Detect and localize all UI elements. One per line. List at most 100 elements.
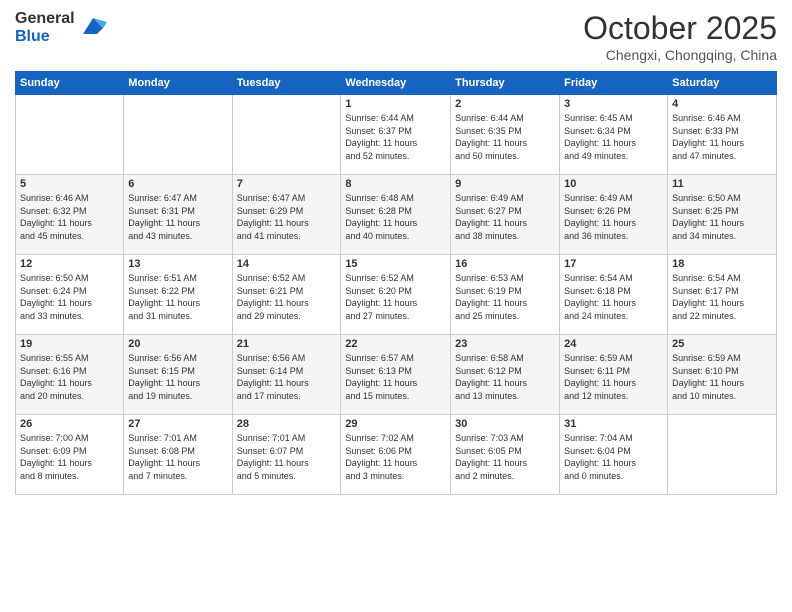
logo-icon: [79, 14, 107, 42]
calendar-cell: 3Sunrise: 6:45 AM Sunset: 6:34 PM Daylig…: [560, 95, 668, 175]
calendar-cell: 15 Sunrise: 6:52 AM Sunset: 6:20 PM Dayli…: [341, 255, 451, 335]
day-info: Sunrise: 7:01 AM Sunset: 6:08 PM Dayligh…: [128, 432, 227, 482]
calendar-cell: 1 Sunrise: 6:44 AM Sunset: 6:37 PM Daylig…: [341, 95, 451, 175]
calendar-cell: 24 Sunrise: 6:59 AM Sunset: 6:11 PM Dayli…: [560, 335, 668, 415]
day-number: 20: [128, 338, 227, 350]
day-number: 19: [20, 338, 119, 350]
day-info: Sunrise: 6:47 AM Sunset: 6:29 PM Dayligh…: [237, 192, 337, 242]
calendar-cell: [16, 95, 124, 175]
day-info: Sunrise: 6:59 AM Sunset: 6:11 PM Dayligh…: [564, 352, 663, 402]
location-subtitle: Chengxi, Chongqing, China: [583, 47, 777, 63]
calendar-cell: 14 Sunrise: 6:52 AM Sunset: 6:21 PM Dayli…: [232, 255, 341, 335]
logo: General Blue: [15, 10, 107, 45]
calendar-cell: 28 Sunrise: 7:01 AM Sunset: 6:07 PM Dayli…: [232, 415, 341, 495]
day-info: Sunrise: 6:46 AM Sunset: 6:32 PM Dayligh…: [20, 192, 119, 242]
weekday-header-tuesday: Tuesday: [232, 72, 341, 95]
weekday-header-wednesday: Wednesday: [341, 72, 451, 95]
day-number: 6: [128, 178, 227, 190]
calendar-cell: 23 Sunrise: 6:58 AM Sunset: 6:12 PM Dayli…: [451, 335, 560, 415]
day-info: Sunrise: 6:52 AM Sunset: 6:20 PM Dayligh…: [345, 272, 446, 322]
calendar-cell: 2Sunrise: 6:44 AM Sunset: 6:35 PM Daylig…: [451, 95, 560, 175]
day-number: 17: [564, 258, 663, 270]
day-number: 24: [564, 338, 663, 350]
page: General Blue October 2025 Chengxi, Chong…: [0, 0, 792, 612]
calendar-cell: 21Sunrise: 6:56 AM Sunset: 6:14 PM Dayli…: [232, 335, 341, 415]
day-number: 23: [455, 338, 555, 350]
day-info: Sunrise: 6:51 AM Sunset: 6:22 PM Dayligh…: [128, 272, 227, 322]
day-info: Sunrise: 6:49 AM Sunset: 6:27 PM Dayligh…: [455, 192, 555, 242]
day-number: 10: [564, 178, 663, 190]
calendar-cell: [232, 95, 341, 175]
day-info: Sunrise: 6:54 AM Sunset: 6:18 PM Dayligh…: [564, 272, 663, 322]
day-number: 29: [345, 418, 446, 430]
weekday-header-sunday: Sunday: [16, 72, 124, 95]
day-number: 7: [237, 178, 337, 190]
day-info: Sunrise: 7:02 AM Sunset: 6:06 PM Dayligh…: [345, 432, 446, 482]
calendar-cell: 18 Sunrise: 6:54 AM Sunset: 6:17 PM Dayli…: [668, 255, 777, 335]
logo-general: General: [15, 10, 75, 28]
day-number: 11: [672, 178, 772, 190]
calendar-week-1: 1 Sunrise: 6:44 AM Sunset: 6:37 PM Daylig…: [16, 95, 777, 175]
day-number: 12: [20, 258, 119, 270]
day-info: Sunrise: 7:00 AM Sunset: 6:09 PM Dayligh…: [20, 432, 119, 482]
weekday-header-row: SundayMondayTuesdayWednesdayThursdayFrid…: [16, 72, 777, 95]
day-number: 1: [345, 98, 446, 110]
calendar-week-3: 12Sunrise: 6:50 AM Sunset: 6:24 PM Dayli…: [16, 255, 777, 335]
day-info: Sunrise: 6:57 AM Sunset: 6:13 PM Dayligh…: [345, 352, 446, 402]
day-number: 16: [455, 258, 555, 270]
day-info: Sunrise: 6:52 AM Sunset: 6:21 PM Dayligh…: [237, 272, 337, 322]
day-info: Sunrise: 7:01 AM Sunset: 6:07 PM Dayligh…: [237, 432, 337, 482]
calendar-cell: 13 Sunrise: 6:51 AM Sunset: 6:22 PM Dayli…: [124, 255, 232, 335]
day-number: 15: [345, 258, 446, 270]
calendar-cell: 20Sunrise: 6:56 AM Sunset: 6:15 PM Dayli…: [124, 335, 232, 415]
calendar-cell: 8Sunrise: 6:48 AM Sunset: 6:28 PM Daylig…: [341, 175, 451, 255]
calendar-cell: 12Sunrise: 6:50 AM Sunset: 6:24 PM Dayli…: [16, 255, 124, 335]
logo-blue: Blue: [15, 28, 75, 46]
calendar-cell: 5 Sunrise: 6:46 AM Sunset: 6:32 PM Daylig…: [16, 175, 124, 255]
day-info: Sunrise: 6:58 AM Sunset: 6:12 PM Dayligh…: [455, 352, 555, 402]
day-number: 30: [455, 418, 555, 430]
calendar-cell: [668, 415, 777, 495]
calendar-cell: 31Sunrise: 7:04 AM Sunset: 6:04 PM Dayli…: [560, 415, 668, 495]
calendar-week-4: 19 Sunrise: 6:55 AM Sunset: 6:16 PM Dayli…: [16, 335, 777, 415]
day-number: 13: [128, 258, 227, 270]
day-number: 27: [128, 418, 227, 430]
calendar-cell: 11 Sunrise: 6:50 AM Sunset: 6:25 PM Dayli…: [668, 175, 777, 255]
calendar-cell: 17 Sunrise: 6:54 AM Sunset: 6:18 PM Dayli…: [560, 255, 668, 335]
calendar-cell: 7 Sunrise: 6:47 AM Sunset: 6:29 PM Daylig…: [232, 175, 341, 255]
calendar-table: SundayMondayTuesdayWednesdayThursdayFrid…: [15, 71, 777, 495]
calendar-cell: 10 Sunrise: 6:49 AM Sunset: 6:26 PM Dayli…: [560, 175, 668, 255]
day-number: 28: [237, 418, 337, 430]
day-info: Sunrise: 6:48 AM Sunset: 6:28 PM Dayligh…: [345, 192, 446, 242]
day-number: 5: [20, 178, 119, 190]
calendar-cell: 22 Sunrise: 6:57 AM Sunset: 6:13 PM Dayli…: [341, 335, 451, 415]
day-info: Sunrise: 6:59 AM Sunset: 6:10 PM Dayligh…: [672, 352, 772, 402]
day-number: 14: [237, 258, 337, 270]
weekday-header-saturday: Saturday: [668, 72, 777, 95]
day-number: 9: [455, 178, 555, 190]
day-info: Sunrise: 6:46 AM Sunset: 6:33 PM Dayligh…: [672, 112, 772, 162]
calendar-cell: 9 Sunrise: 6:49 AM Sunset: 6:27 PM Daylig…: [451, 175, 560, 255]
day-info: Sunrise: 6:49 AM Sunset: 6:26 PM Dayligh…: [564, 192, 663, 242]
calendar-cell: 25Sunrise: 6:59 AM Sunset: 6:10 PM Dayli…: [668, 335, 777, 415]
day-number: 26: [20, 418, 119, 430]
day-info: Sunrise: 6:55 AM Sunset: 6:16 PM Dayligh…: [20, 352, 119, 402]
calendar-cell: 29 Sunrise: 7:02 AM Sunset: 6:06 PM Dayli…: [341, 415, 451, 495]
header: General Blue October 2025 Chengxi, Chong…: [15, 10, 777, 63]
calendar-week-5: 26 Sunrise: 7:00 AM Sunset: 6:09 PM Dayli…: [16, 415, 777, 495]
day-info: Sunrise: 6:54 AM Sunset: 6:17 PM Dayligh…: [672, 272, 772, 322]
weekday-header-thursday: Thursday: [451, 72, 560, 95]
calendar-cell: 27 Sunrise: 7:01 AM Sunset: 6:08 PM Dayli…: [124, 415, 232, 495]
calendar-cell: 26 Sunrise: 7:00 AM Sunset: 6:09 PM Dayli…: [16, 415, 124, 495]
day-number: 22: [345, 338, 446, 350]
weekday-header-friday: Friday: [560, 72, 668, 95]
day-number: 18: [672, 258, 772, 270]
day-info: Sunrise: 6:50 AM Sunset: 6:25 PM Dayligh…: [672, 192, 772, 242]
day-info: Sunrise: 6:44 AM Sunset: 6:37 PM Dayligh…: [345, 112, 446, 162]
day-number: 4: [672, 98, 772, 110]
calendar-week-2: 5 Sunrise: 6:46 AM Sunset: 6:32 PM Daylig…: [16, 175, 777, 255]
day-info: Sunrise: 6:56 AM Sunset: 6:14 PM Dayligh…: [237, 352, 337, 402]
calendar-cell: 30Sunrise: 7:03 AM Sunset: 6:05 PM Dayli…: [451, 415, 560, 495]
calendar-cell: [124, 95, 232, 175]
month-title: October 2025: [583, 10, 777, 47]
